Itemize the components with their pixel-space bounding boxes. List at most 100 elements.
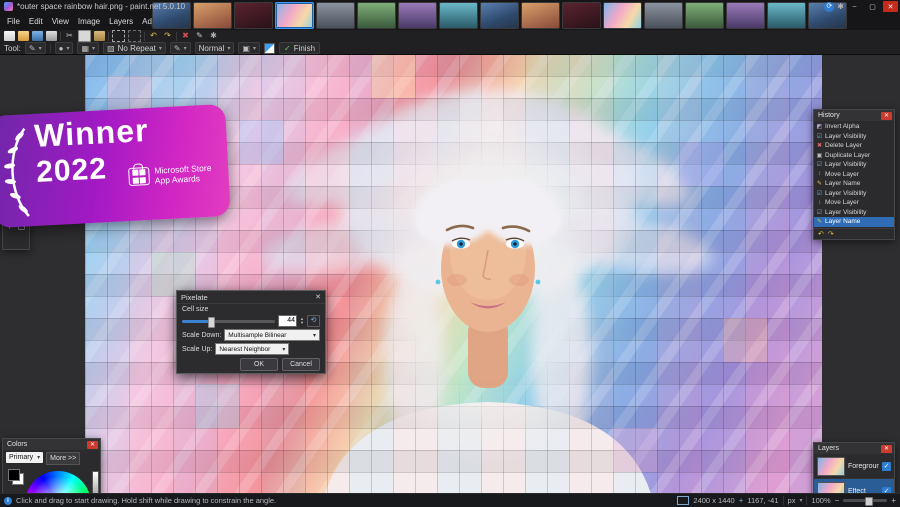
visibility-icon: ☑ [816, 162, 823, 169]
redo-button[interactable]: ↷ [162, 31, 173, 41]
reset-icon[interactable]: ⟲ [307, 315, 320, 327]
delete-icon: ✖ [816, 143, 823, 150]
cell-size-spinner[interactable]: ▲ ▼ [300, 317, 304, 325]
antialiasing-selector[interactable]: ▣ ▾ [238, 42, 260, 54]
undo-icon[interactable]: ↶ [818, 230, 824, 238]
pencil-icon: ✎ [173, 43, 181, 53]
settings-button[interactable]: ✱ [208, 31, 219, 41]
deselect-button[interactable] [128, 30, 141, 42]
paintdotnet-window: *outer space rainbow hair.png - paint.ne… [0, 0, 900, 507]
colors-panel-title-bar[interactable]: Colors ✕ [3, 439, 100, 450]
selection-mode-selector[interactable]: ▨ No Repeat ▾ [103, 42, 166, 54]
menu-file[interactable]: File [3, 16, 24, 27]
quality-swatch-icon[interactable] [263, 42, 275, 54]
active-tool-selector[interactable]: ✎ ▾ [24, 42, 46, 54]
zoom-in-icon[interactable]: + [891, 496, 896, 505]
paintbrush-icon: ✎ [28, 43, 36, 53]
color-target-selector[interactable]: Primary ▾ [6, 452, 44, 463]
delete-button[interactable]: ✖ [180, 31, 191, 41]
paste-button[interactable] [94, 31, 105, 41]
open-button[interactable] [18, 31, 29, 41]
history-panel-title-bar[interactable]: History ✕ [814, 110, 894, 121]
brush-width-selector[interactable]: ● ▾ [54, 42, 74, 54]
ok-button[interactable]: OK [240, 358, 278, 371]
history-item[interactable]: ☑ Layer Visibility [814, 160, 894, 170]
cut-button[interactable]: ✂ [64, 31, 75, 41]
maximize-button[interactable]: ▢ [865, 1, 880, 12]
new-button[interactable] [4, 31, 15, 41]
image-size-value: 2400 x 1440 [693, 496, 735, 505]
undo-button[interactable]: ↶ [148, 31, 159, 41]
fill-style-selector[interactable]: ▦ ▾ [77, 42, 100, 54]
history-item[interactable]: ☑ Layer Visibility [814, 189, 894, 199]
scale-up-label: Scale Up: [182, 345, 213, 353]
cell-size-slider[interactable] [182, 316, 276, 328]
chevron-down-icon: ▾ [37, 455, 41, 461]
print-button[interactable] [46, 31, 57, 41]
visibility-icon: ☑ [816, 190, 823, 197]
history-item[interactable]: ☑ Layer Visibility [814, 132, 894, 142]
menu-layers[interactable]: Layers [105, 16, 137, 27]
zoom-value[interactable]: 100% [811, 496, 830, 505]
history-item[interactable]: ✎ Layer Name [814, 217, 894, 227]
history-item[interactable]: ✎ Layer Name [814, 179, 894, 189]
history-item[interactable]: ↕ Move Layer [814, 170, 894, 180]
history-list: ◩ Invert Alpha ☑ Layer Visibility ✖ Delete La… [814, 121, 894, 228]
zoom-slider-thumb[interactable] [865, 497, 874, 506]
redo-icon[interactable]: ↷ [828, 230, 834, 238]
microsoft-store-icon [128, 167, 151, 187]
history-item[interactable]: ▣ Duplicate Layer [814, 151, 894, 161]
slider-fill [182, 319, 209, 323]
chevron-down-icon: ▾ [38, 45, 42, 52]
slider-thumb[interactable] [208, 316, 216, 328]
primary-color-swatch[interactable] [8, 469, 20, 481]
history-item-label: Move Layer [825, 199, 859, 207]
layer-thumbnail [817, 456, 845, 476]
close-button[interactable]: ✕ [883, 1, 898, 12]
settings-gear-icon[interactable]: ✱ [837, 2, 844, 12]
zoom-slider[interactable] [843, 497, 888, 506]
window-controls: ⟳ ✱ – ▢ ✕ [824, 1, 898, 12]
menu-view[interactable]: View [48, 16, 73, 27]
zoom-out-icon[interactable]: − [835, 496, 840, 505]
copy-button[interactable] [78, 30, 91, 42]
chevron-down-icon: ▾ [92, 45, 96, 52]
pencil-button[interactable]: ✎ [194, 31, 205, 41]
history-item[interactable]: ↕ Move Layer [814, 198, 894, 208]
statusbar-separator [782, 496, 784, 505]
save-button[interactable] [32, 31, 43, 41]
updates-button[interactable]: ⟳ [824, 1, 835, 12]
duplicate-icon: ▣ [816, 152, 823, 159]
stroke-style-selector[interactable]: ✎ ▾ [169, 42, 191, 54]
layers-title: Layers [818, 445, 840, 452]
layer-visibility-checkbox[interactable]: ✓ [882, 461, 891, 471]
colors-close-icon[interactable]: ✕ [87, 440, 98, 449]
history-item[interactable]: ☑ Layer Visibility [814, 208, 894, 218]
minimize-button[interactable]: – [847, 1, 862, 12]
history-item-label: Layer Visibility [825, 132, 867, 140]
units-selector[interactable]: px [788, 496, 796, 505]
history-close-icon[interactable]: ✕ [881, 111, 892, 120]
layers-panel-title-bar[interactable]: Layers ✕ [814, 443, 894, 454]
scale-up-selector[interactable]: Nearest Neighbor ▾ [215, 343, 290, 355]
dialog-title-bar[interactable]: Pixelate ✕ [177, 291, 325, 304]
menu-edit[interactable]: Edit [25, 16, 47, 27]
colors-title: Colors [7, 441, 28, 448]
history-item[interactable]: ◩ Invert Alpha [814, 122, 894, 132]
cancel-button[interactable]: Cancel [282, 358, 320, 371]
visibility-icon: ☑ [816, 133, 823, 140]
more-button[interactable]: More >> [46, 452, 81, 465]
history-item[interactable]: ✖ Delete Layer [814, 141, 894, 151]
laurel-icon [4, 127, 30, 217]
menu-image[interactable]: Image [74, 16, 104, 27]
crop-button[interactable] [112, 30, 125, 42]
scale-down-selector[interactable]: Multisample Bilinear ▾ [224, 329, 320, 341]
blend-mode-selector[interactable]: Normal ▾ [194, 42, 235, 54]
cell-size-input[interactable]: 44 [278, 315, 298, 327]
dialog-close-icon[interactable]: ✕ [315, 293, 321, 301]
tool-options-bar: Tool: ✎ ▾ ● ▾ ▦ ▾ ▨ No Repeat ▾ ✎ ▾ Norm… [0, 42, 900, 55]
layer-item-foreground[interactable]: Foreground✓ [814, 454, 894, 479]
finish-button[interactable]: ✓ Finish [278, 42, 321, 54]
title-bar: *outer space rainbow hair.png - paint.ne… [0, 0, 900, 13]
layers-close-icon[interactable]: ✕ [881, 444, 892, 453]
